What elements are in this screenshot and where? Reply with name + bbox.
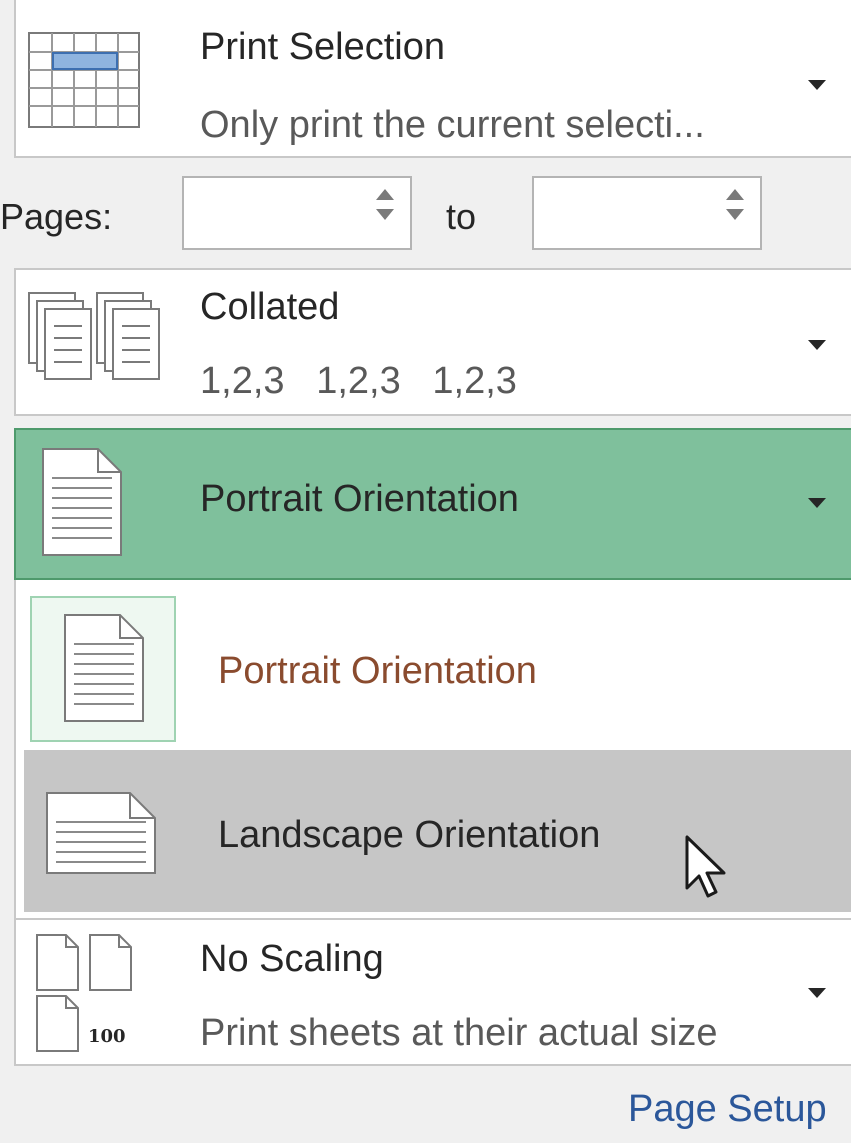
- mouse-cursor-icon: [684, 834, 732, 900]
- print-what-subtitle: Only print the current selecti...: [200, 104, 705, 146]
- pages-label: Pages:: [0, 196, 113, 237]
- chevron-down-icon[interactable]: [808, 80, 826, 90]
- menu-item-portrait-label: Portrait Orientation: [218, 650, 537, 692]
- chevron-down-icon[interactable]: [808, 498, 826, 508]
- landscape-page-icon: [46, 792, 156, 874]
- spin-up-icon[interactable]: [376, 189, 394, 200]
- collation-title: Collated: [200, 286, 340, 328]
- collation-subtitle: 1,2,3 1,2,3 1,2,3: [200, 360, 517, 402]
- grid-selection-icon: [28, 32, 140, 128]
- scaling-dropdown[interactable]: 100 No Scaling Print sheets at their act…: [14, 918, 851, 1066]
- spin-down-icon[interactable]: [376, 209, 394, 220]
- print-what-dropdown[interactable]: Print Selection Only print the current s…: [14, 0, 851, 158]
- spin-down-icon[interactable]: [726, 209, 744, 220]
- pages-to-label: to: [446, 196, 477, 237]
- pages-to-input[interactable]: [544, 196, 708, 232]
- menu-item-landscape-label: Landscape Orientation: [218, 814, 601, 856]
- spin-up-icon[interactable]: [726, 189, 744, 200]
- chevron-down-icon[interactable]: [808, 988, 826, 998]
- scaling-icon-text: 100: [88, 1026, 126, 1047]
- menu-item-portrait[interactable]: Portrait Orientation: [16, 580, 851, 748]
- pages-to-stepper[interactable]: [532, 176, 762, 250]
- scaling-subtitle: Print sheets at their actual size: [200, 1012, 718, 1054]
- print-what-title: Print Selection: [200, 26, 446, 68]
- pages-from-input[interactable]: [194, 196, 358, 232]
- pages-from-stepper[interactable]: [182, 176, 412, 250]
- orientation-selected-label: Portrait Orientation: [200, 478, 519, 520]
- page-setup-link[interactable]: Page Setup: [628, 1088, 827, 1131]
- collation-dropdown[interactable]: Collated 1,2,3 1,2,3 1,2,3: [14, 268, 851, 416]
- scaling-pages-icon: 100: [36, 934, 166, 1054]
- portrait-page-icon: [64, 614, 144, 722]
- chevron-down-icon[interactable]: [808, 340, 826, 350]
- scaling-title: No Scaling: [200, 938, 384, 980]
- orientation-dropdown[interactable]: Portrait Orientation: [14, 428, 851, 580]
- orientation-menu: Portrait Orientation Landscape Orientati…: [14, 580, 851, 918]
- collated-pages-icon: [28, 292, 160, 384]
- portrait-page-icon: [42, 448, 122, 556]
- menu-item-landscape[interactable]: Landscape Orientation: [24, 750, 851, 912]
